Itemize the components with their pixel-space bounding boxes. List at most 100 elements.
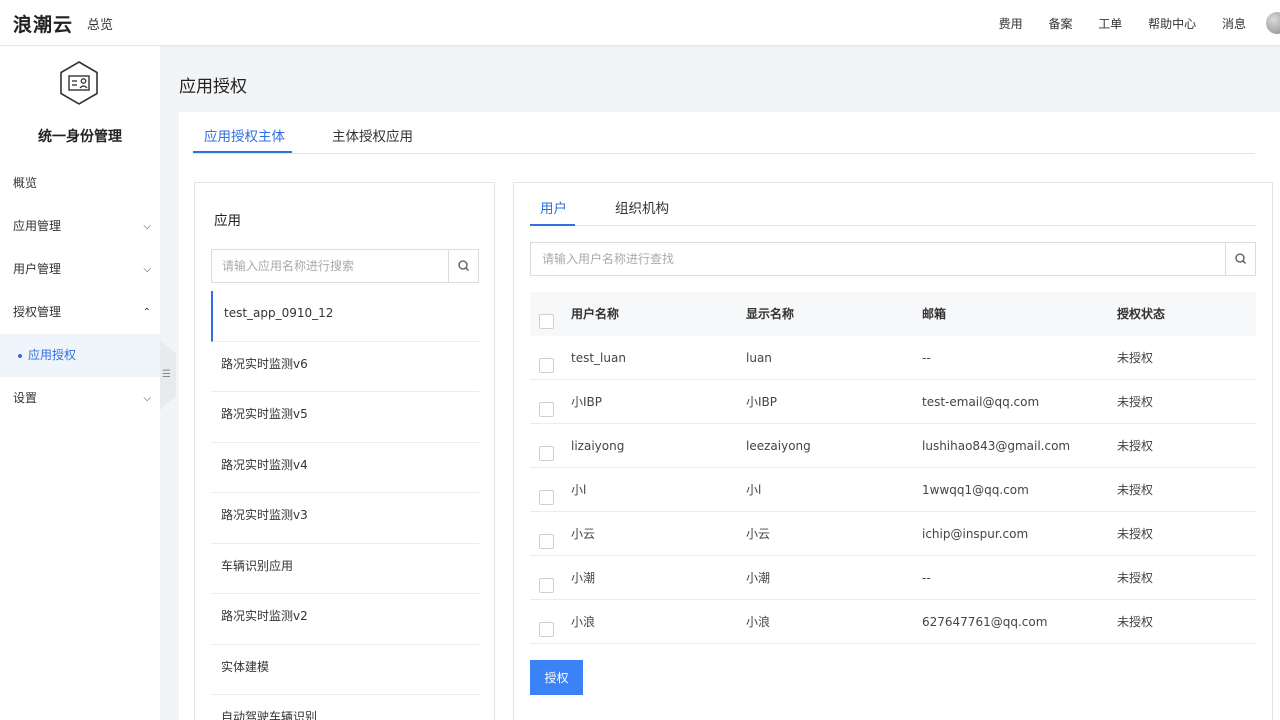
top-link-ticket[interactable]: 工单 <box>1098 17 1122 31</box>
column-header-display-name: 显示名称 <box>746 307 795 321</box>
app-panel-title: 应用 <box>214 213 241 229</box>
cell-username: 小l <box>571 483 587 497</box>
list-item[interactable]: 路况实时监测v4 <box>211 443 479 493</box>
row-select-cell <box>539 600 554 644</box>
top-bar: 浪潮云 总览 费用 备案 工单 帮助中心 消息 <box>0 0 1280 46</box>
sidebar-item-auth-management[interactable]: 授权管理 ⌃ <box>0 291 160 334</box>
sidebar-item-label: 应用授权 <box>28 348 77 362</box>
sidebar-item-settings[interactable]: 设置 ⌵ <box>0 377 160 420</box>
row-checkbox[interactable] <box>539 402 554 417</box>
table-row: 小l 小l 1wwqq1@qq.com 未授权 <box>530 468 1256 512</box>
tab-app-authorize-subject[interactable]: 应用授权主体 <box>204 125 285 145</box>
sidebar-item-label: 概览 <box>13 176 38 190</box>
list-item[interactable]: 实体建模 <box>211 645 479 695</box>
app-panel: 应用 test_app_0910_12 路况实时监测v6 路况实时监测v5 路况… <box>194 182 495 720</box>
active-tab-indicator <box>530 224 575 226</box>
list-item[interactable]: 路况实时监测v6 <box>211 342 479 392</box>
sidebar-collapse-handle-icon[interactable]: ☰ <box>160 340 176 410</box>
list-item[interactable]: 路况实时监测v3 <box>211 493 479 544</box>
row-checkbox[interactable] <box>539 534 554 549</box>
sidebar-item-label: 用户管理 <box>13 262 62 276</box>
table-row: test_luan luan -- 未授权 <box>530 336 1256 380</box>
cell-status: 未授权 <box>1117 351 1154 365</box>
column-header-status: 授权状态 <box>1117 307 1166 321</box>
app-search <box>211 249 479 283</box>
app-search-button[interactable] <box>448 250 478 282</box>
cell-username: 小浪 <box>571 615 596 629</box>
cell-display-name: leezaiyong <box>746 439 811 453</box>
row-select-cell <box>539 380 554 424</box>
cell-status: 未授权 <box>1117 571 1154 585</box>
row-checkbox[interactable] <box>539 358 554 373</box>
row-checkbox[interactable] <box>539 622 554 637</box>
top-link-messages[interactable]: 消息 <box>1222 17 1246 31</box>
authorize-button[interactable]: 授权 <box>530 660 583 695</box>
top-link-filing[interactable]: 备案 <box>1048 17 1072 31</box>
sidebar-item-overview[interactable]: 概览 <box>0 162 160 205</box>
top-link-help-center[interactable]: 帮助中心 <box>1148 17 1196 31</box>
cell-email: -- <box>922 351 931 365</box>
app-list: test_app_0910_12 路况实时监测v6 路况实时监测v5 路况实时监… <box>211 291 479 720</box>
sidebar-item-app-authorization[interactable]: 应用授权 <box>0 334 160 377</box>
brand-logo[interactable]: 浪潮云 <box>13 10 73 37</box>
search-icon <box>1235 253 1246 264</box>
top-nav-overview[interactable]: 总览 <box>87 14 113 33</box>
cell-email: lushihao843@gmail.com <box>922 439 1071 453</box>
row-checkbox[interactable] <box>539 490 554 505</box>
sidebar-item-app-management[interactable]: 应用管理 ⌵ <box>0 205 160 248</box>
sidebar: 统一身份管理 概览 应用管理 ⌵ 用户管理 ⌵ 授权管理 ⌃ 应用授权 设置 ⌵ <box>0 46 160 720</box>
table-row: 小IBP 小IBP test-email@qq.com 未授权 <box>530 380 1256 424</box>
avatar[interactable] <box>1266 12 1280 34</box>
select-all-cell <box>539 292 554 336</box>
cell-status: 未授权 <box>1117 395 1154 409</box>
user-panel: 用户 组织机构 用户名称 显示名称 邮箱 授权状态 test_luan luan… <box>513 182 1273 720</box>
list-item[interactable]: 车辆识别应用 <box>211 544 479 594</box>
row-select-cell <box>539 556 554 600</box>
list-item[interactable]: test_app_0910_12 <box>211 291 479 342</box>
active-dot-icon <box>18 353 22 358</box>
user-search-button[interactable] <box>1225 243 1255 275</box>
cell-status: 未授权 <box>1117 527 1154 541</box>
row-select-cell <box>539 336 554 380</box>
cell-display-name: 小l <box>746 483 762 497</box>
top-link-billing[interactable]: 费用 <box>999 17 1023 31</box>
column-header-username: 用户名称 <box>571 307 620 321</box>
row-select-cell <box>539 424 554 468</box>
cell-display-name: 小浪 <box>746 615 771 629</box>
cell-display-name: luan <box>746 351 772 365</box>
chevron-down-icon: ⌵ <box>143 221 151 232</box>
page-title: 应用授权 <box>179 77 247 97</box>
app-search-input[interactable] <box>212 250 450 282</box>
identity-hexagon-icon <box>60 61 98 105</box>
cell-username: test_luan <box>571 351 626 365</box>
list-item[interactable]: 自动驾驶车辆识别 <box>211 695 479 720</box>
cell-email: -- <box>922 571 931 585</box>
sidebar-item-user-management[interactable]: 用户管理 ⌵ <box>0 248 160 291</box>
select-all-checkbox[interactable] <box>539 314 554 329</box>
tab-organizations[interactable]: 组织机构 <box>615 197 669 217</box>
list-item[interactable]: 路况实时监测v2 <box>211 594 479 645</box>
cell-display-name: 小云 <box>746 527 771 541</box>
cell-username: 小IBP <box>571 395 603 409</box>
cell-email: test-email@qq.com <box>922 395 1040 409</box>
cell-email: 1wwqq1@qq.com <box>922 483 1029 497</box>
user-panel-tabs: 用户 组织机构 <box>530 183 1256 226</box>
row-select-cell <box>539 512 554 556</box>
active-tab-indicator <box>193 151 292 153</box>
tab-subject-authorize-app[interactable]: 主体授权应用 <box>332 125 413 145</box>
cell-email: 627647761@qq.com <box>922 615 1048 629</box>
table-row: lizaiyong leezaiyong lushihao843@gmail.c… <box>530 424 1256 468</box>
cell-display-name: 小IBP <box>746 395 778 409</box>
cell-username: lizaiyong <box>571 439 625 453</box>
column-header-email: 邮箱 <box>922 307 947 321</box>
user-search <box>530 242 1256 276</box>
list-item[interactable]: 路况实时监测v5 <box>211 392 479 443</box>
sidebar-menu: 概览 应用管理 ⌵ 用户管理 ⌵ 授权管理 ⌃ 应用授权 设置 ⌵ <box>0 162 160 420</box>
user-search-input[interactable] <box>531 243 1225 275</box>
table-row: 小潮 小潮 -- 未授权 <box>530 556 1256 600</box>
row-checkbox[interactable] <box>539 578 554 593</box>
tab-users[interactable]: 用户 <box>540 197 567 217</box>
cell-display-name: 小潮 <box>746 571 771 585</box>
sidebar-item-label: 应用管理 <box>13 219 62 233</box>
row-checkbox[interactable] <box>539 446 554 461</box>
